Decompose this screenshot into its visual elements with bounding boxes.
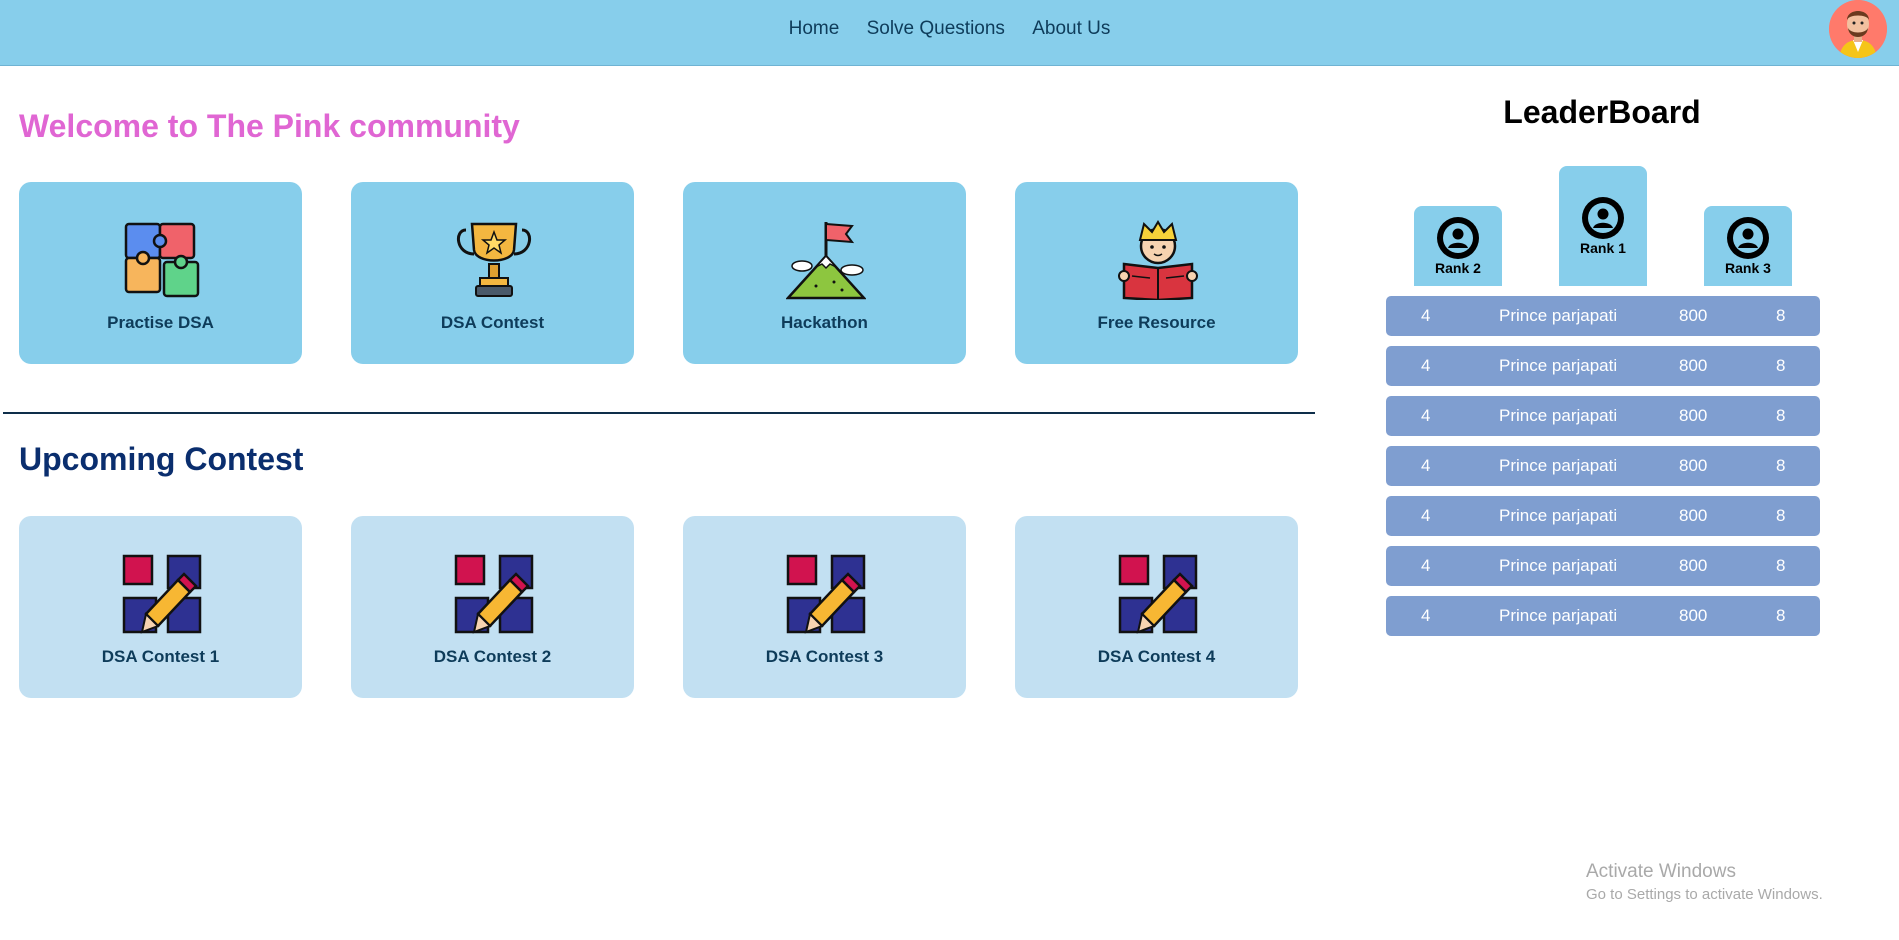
reading-kid-icon bbox=[1118, 220, 1198, 300]
section-divider bbox=[3, 412, 1315, 414]
trophy-icon bbox=[457, 222, 531, 297]
top-navbar: Home Solve Questions About Us bbox=[0, 0, 1899, 66]
card-label: DSA Contest 1 bbox=[101, 647, 220, 666]
row-score: 800 bbox=[1679, 406, 1708, 425]
leaderboard-row[interactable]: 4 Prince parjapati 800 8 bbox=[1386, 396, 1820, 436]
row-rank: 4 bbox=[1421, 606, 1431, 625]
row-score: 800 bbox=[1679, 456, 1708, 475]
row-rank: 4 bbox=[1421, 406, 1431, 425]
user-circle-icon bbox=[1437, 217, 1479, 259]
row-name: Prince parjapati bbox=[1499, 456, 1618, 475]
activate-windows-hint: Go to Settings to activate Windows. bbox=[1586, 886, 1823, 903]
row-name: Prince parjapati bbox=[1499, 406, 1618, 425]
leaderboard-row[interactable]: 4 Prince parjapati 800 8 bbox=[1386, 496, 1820, 536]
dsa-contest-3-card[interactable]: DSA Contest 3 bbox=[683, 516, 966, 698]
card-label: Free Resource bbox=[1097, 313, 1216, 332]
leaderboard-row[interactable]: 4 Prince parjapati 800 8 bbox=[1386, 296, 1820, 336]
row-score: 800 bbox=[1679, 306, 1708, 325]
hackathon-card[interactable]: Hackathon bbox=[683, 182, 966, 364]
row-solved: 8 bbox=[1776, 406, 1786, 425]
mountain-flag-icon bbox=[786, 222, 866, 300]
row-solved: 8 bbox=[1776, 456, 1786, 475]
dsa-contest-2-card[interactable]: DSA Contest 2 bbox=[351, 516, 634, 698]
leaderboard-heading: LeaderBoard bbox=[1503, 94, 1701, 130]
card-label: DSA Contest 2 bbox=[433, 647, 552, 666]
row-rank: 4 bbox=[1421, 456, 1431, 475]
podium-rank-2[interactable]: Rank 2 bbox=[1414, 206, 1502, 286]
row-score: 800 bbox=[1679, 606, 1708, 625]
row-solved: 8 bbox=[1776, 606, 1786, 625]
free-resource-card[interactable]: Free Resource bbox=[1015, 182, 1298, 364]
user-circle-icon bbox=[1582, 197, 1624, 239]
nav-about-us-link[interactable]: About Us bbox=[1032, 18, 1110, 39]
dsa-contest-1-card[interactable]: DSA Contest 1 bbox=[19, 516, 302, 698]
row-solved: 8 bbox=[1776, 356, 1786, 375]
nav-home-link[interactable]: Home bbox=[789, 18, 840, 39]
row-solved: 8 bbox=[1776, 506, 1786, 525]
leaderboard-list: 4 Prince parjapati 800 8 4 Prince parjap… bbox=[1386, 296, 1820, 646]
row-rank: 4 bbox=[1421, 356, 1431, 375]
dsa-contest-card[interactable]: DSA Contest bbox=[351, 182, 634, 364]
blocks-pencil-icon bbox=[1118, 554, 1198, 634]
podium-rank-1[interactable]: Rank 1 bbox=[1559, 166, 1647, 286]
row-score: 800 bbox=[1679, 506, 1708, 525]
upcoming-contest-heading: Upcoming Contest bbox=[19, 441, 304, 477]
welcome-heading: Welcome to The Pink community bbox=[19, 108, 520, 144]
row-name: Prince parjapati bbox=[1499, 606, 1618, 625]
row-score: 800 bbox=[1679, 356, 1708, 375]
leaderboard-row[interactable]: 4 Prince parjapati 800 8 bbox=[1386, 596, 1820, 636]
podium-label: Rank 3 bbox=[1725, 260, 1771, 276]
leaderboard-row[interactable]: 4 Prince parjapati 800 8 bbox=[1386, 546, 1820, 586]
row-name: Prince parjapati bbox=[1499, 506, 1618, 525]
row-rank: 4 bbox=[1421, 506, 1431, 525]
podium-label: Rank 1 bbox=[1580, 240, 1626, 256]
user-avatar[interactable] bbox=[1829, 0, 1887, 58]
card-label: DSA Contest 3 bbox=[765, 647, 884, 666]
user-circle-icon bbox=[1727, 217, 1769, 259]
leaderboard-row[interactable]: 4 Prince parjapati 800 8 bbox=[1386, 346, 1820, 386]
row-rank: 4 bbox=[1421, 306, 1431, 325]
dsa-contest-4-card[interactable]: DSA Contest 4 bbox=[1015, 516, 1298, 698]
card-label: Hackathon bbox=[781, 313, 868, 332]
nav-solve-questions-link[interactable]: Solve Questions bbox=[867, 18, 1005, 39]
blocks-pencil-icon bbox=[454, 554, 534, 634]
practise-dsa-card[interactable]: Practise DSA bbox=[19, 182, 302, 364]
puzzle-icon bbox=[124, 222, 200, 298]
row-score: 800 bbox=[1679, 556, 1708, 575]
blocks-pencil-icon bbox=[122, 554, 202, 634]
row-name: Prince parjapati bbox=[1499, 556, 1618, 575]
podium-rank-3[interactable]: Rank 3 bbox=[1704, 206, 1792, 286]
blocks-pencil-icon bbox=[786, 554, 866, 634]
activate-windows-title: Activate Windows bbox=[1586, 861, 1736, 882]
leaderboard-row[interactable]: 4 Prince parjapati 800 8 bbox=[1386, 446, 1820, 486]
podium-label: Rank 2 bbox=[1435, 260, 1481, 276]
card-label: Practise DSA bbox=[107, 313, 214, 332]
row-name: Prince parjapati bbox=[1499, 356, 1618, 375]
row-name: Prince parjapati bbox=[1499, 306, 1618, 325]
row-solved: 8 bbox=[1776, 306, 1786, 325]
row-solved: 8 bbox=[1776, 556, 1786, 575]
nav-links: Home Solve Questions About Us bbox=[0, 18, 1899, 40]
card-label: DSA Contest 4 bbox=[1097, 647, 1216, 666]
row-rank: 4 bbox=[1421, 556, 1431, 575]
card-label: DSA Contest bbox=[440, 313, 545, 332]
